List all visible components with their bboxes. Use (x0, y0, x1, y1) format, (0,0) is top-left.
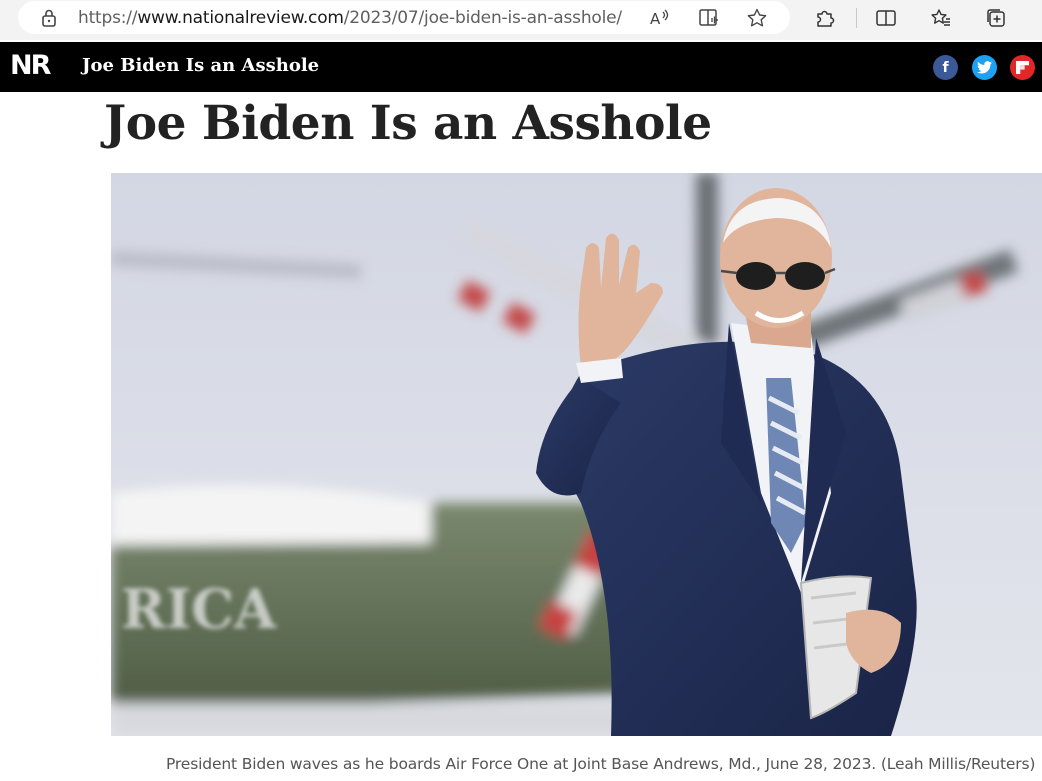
url-domain: www.nationalreview.com (137, 8, 344, 28)
browser-toolbar: https://www.nationalreview.com/2023/07/j… (0, 0, 1042, 40)
read-aloud-icon[interactable]: A (648, 7, 670, 29)
url-text[interactable]: https://www.nationalreview.com/2023/07/j… (78, 8, 622, 28)
favorites-icon[interactable] (930, 7, 952, 29)
image-caption: President Biden waves as he boards Air F… (166, 755, 1036, 773)
immersive-reader-icon[interactable] (698, 7, 720, 29)
flipboard-share-button[interactable] (1010, 55, 1035, 80)
nr-logo[interactable]: NR (10, 50, 51, 81)
lock-icon[interactable] (40, 8, 58, 28)
hero-image: RICA (111, 173, 1042, 736)
flipboard-icon (1016, 61, 1029, 74)
favorite-star-icon[interactable] (746, 7, 768, 29)
site-header: NR Joe Biden Is an Asshole f (0, 42, 1042, 92)
helicopter-lettering: RICA (121, 577, 277, 641)
article-title: Joe Biden Is an Asshole (104, 96, 712, 151)
url-prefix: https:// (78, 8, 138, 28)
url-path: /2023/07/joe-biden-is-an-asshole/ (343, 8, 622, 28)
collections-icon[interactable] (985, 7, 1007, 29)
header-article-title: Joe Biden Is an Asshole (82, 55, 320, 76)
split-screen-icon[interactable] (875, 7, 897, 29)
facebook-icon: f (942, 60, 949, 76)
twitter-share-button[interactable] (972, 55, 997, 80)
extensions-icon[interactable] (814, 7, 836, 29)
address-bar[interactable]: https://www.nationalreview.com/2023/07/j… (18, 1, 790, 34)
hero-photo-biden-waving: RICA (111, 173, 1042, 736)
toolbar-divider (856, 8, 857, 28)
facebook-share-button[interactable]: f (933, 55, 958, 80)
twitter-icon (977, 61, 992, 74)
svg-text:A: A (650, 10, 661, 28)
